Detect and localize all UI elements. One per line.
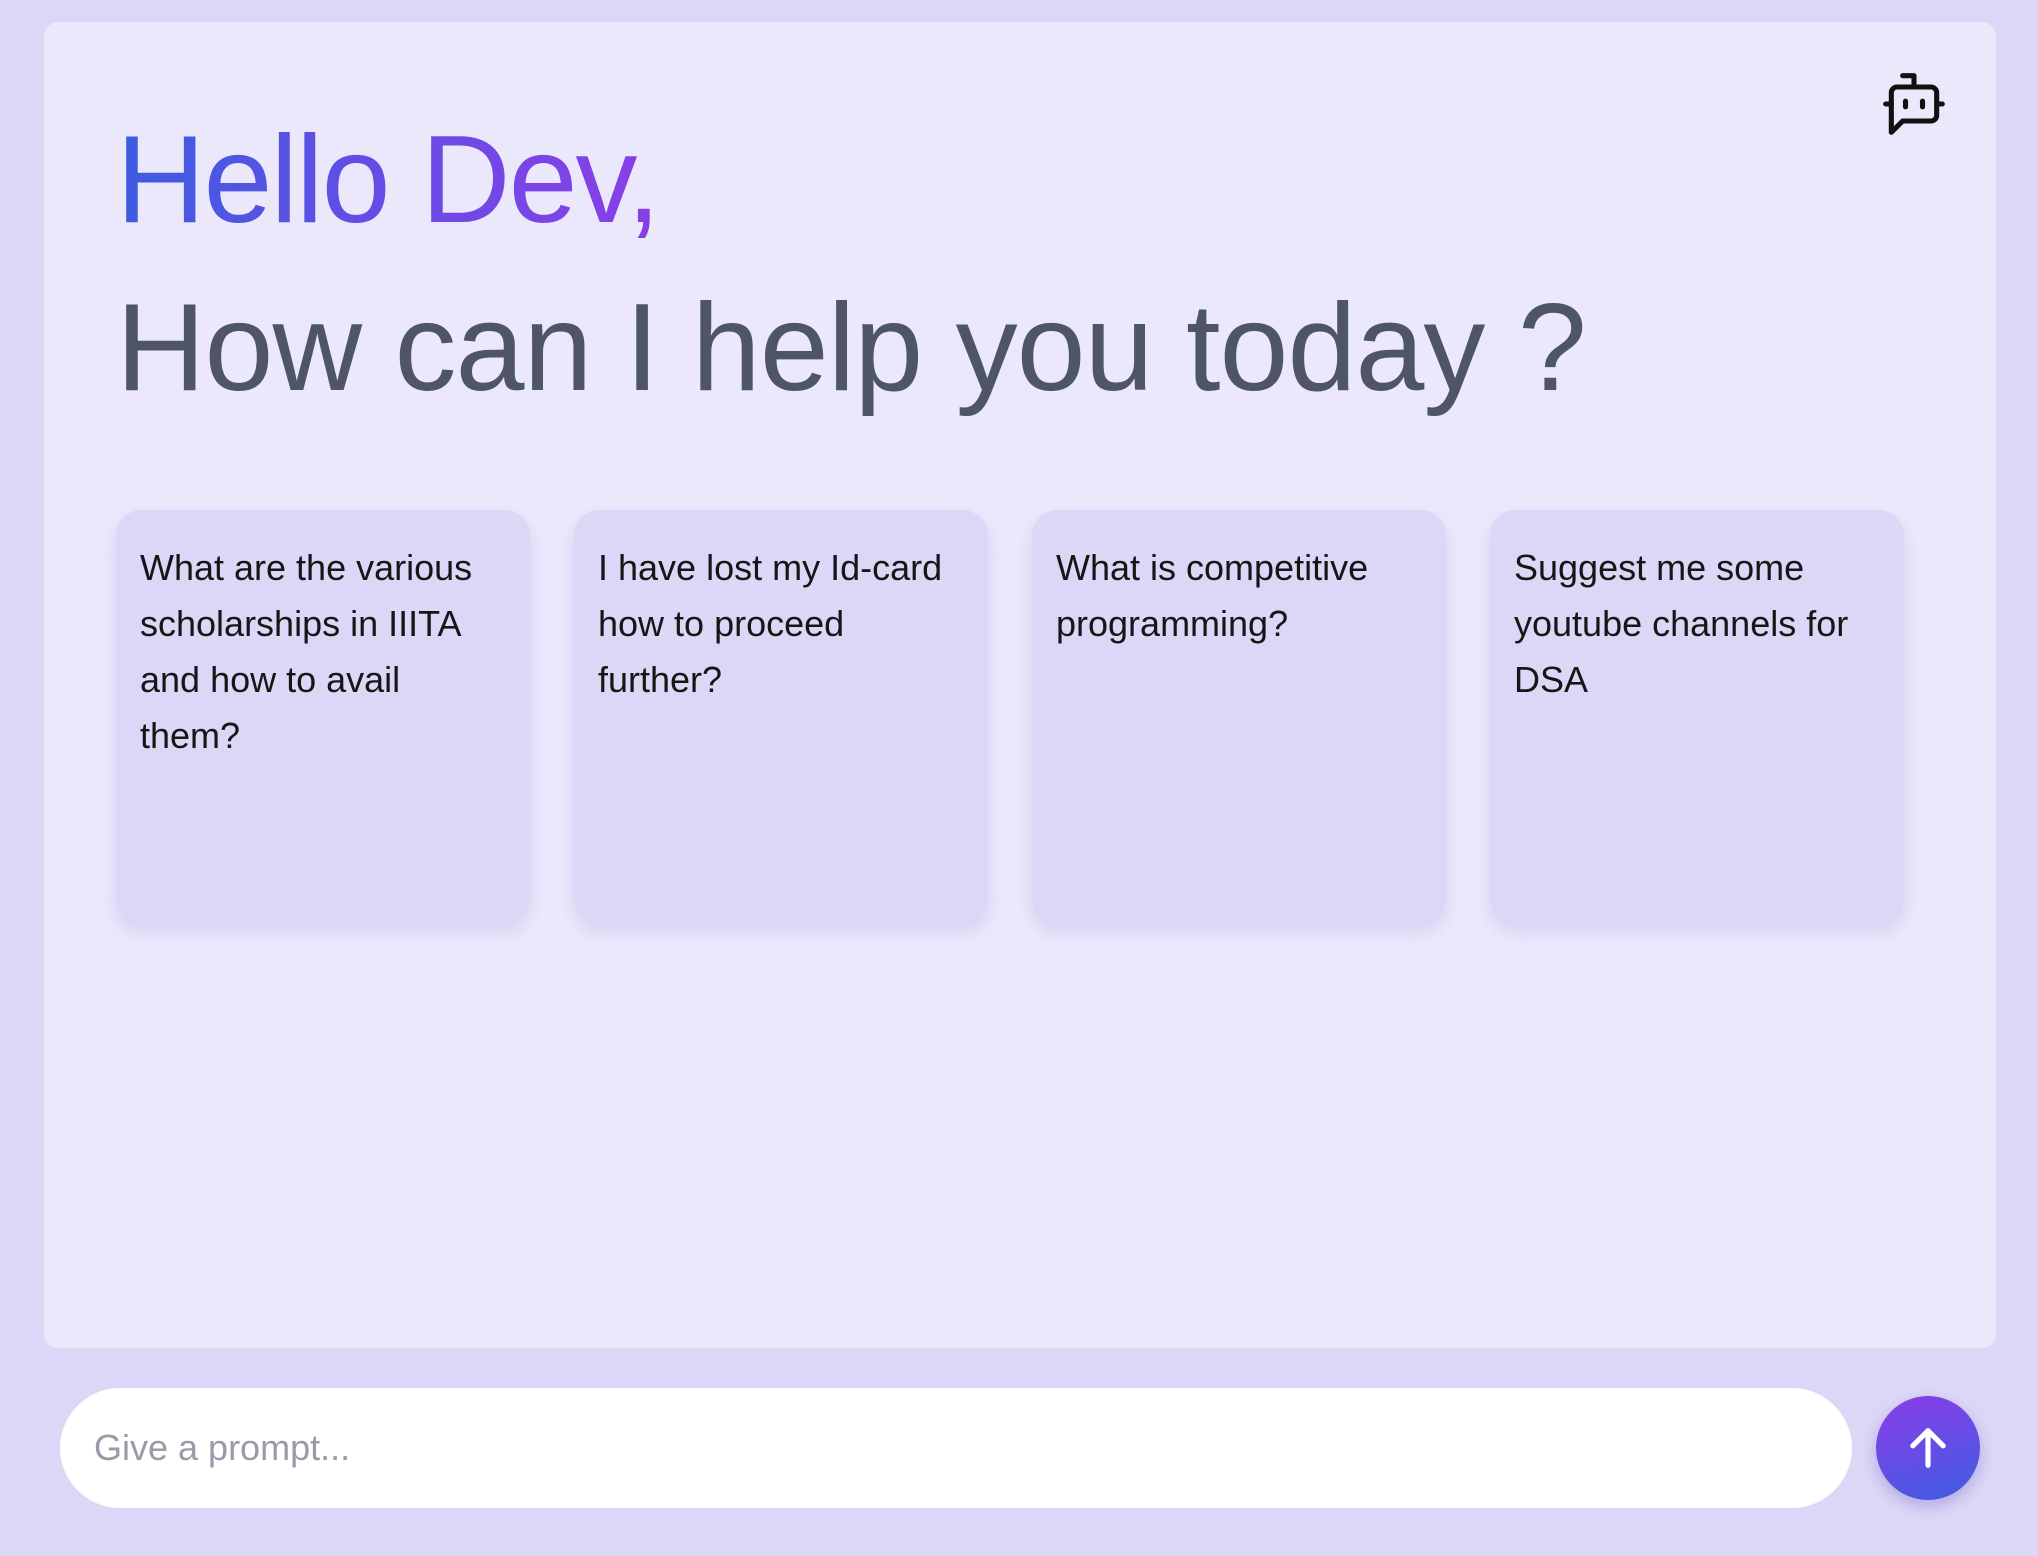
suggestion-card[interactable]: What are the various scholarships in III… — [116, 510, 530, 924]
chat-panel: Hello Dev, How can I help you today ? Wh… — [44, 22, 1996, 1348]
suggestion-card[interactable]: Suggest me some youtube channels for DSA — [1490, 510, 1904, 924]
suggestion-card[interactable]: I have lost my Id-card how to proceed fu… — [574, 510, 988, 924]
suggestion-card-text: What are the various scholarships in III… — [140, 547, 473, 756]
bot-message-icon[interactable] — [1880, 70, 1948, 138]
prompt-input[interactable] — [92, 1426, 1820, 1470]
suggestion-card-text: I have lost my Id-card how to proceed fu… — [598, 547, 943, 700]
suggestion-card-text: What is competitive programming? — [1056, 547, 1369, 644]
arrow-up-icon — [1910, 1428, 1946, 1468]
suggestion-cards: What are the various scholarships in III… — [116, 510, 1904, 924]
greeting-title: Hello Dev, — [116, 111, 661, 249]
help-subtitle: How can I help you today ? — [116, 279, 1587, 417]
suggestion-card[interactable]: What is competitive programming? — [1032, 510, 1446, 924]
suggestion-card-text: Suggest me some youtube channels for DSA — [1514, 547, 1849, 700]
send-button[interactable] — [1876, 1396, 1980, 1500]
prompt-bar — [60, 1388, 1852, 1508]
